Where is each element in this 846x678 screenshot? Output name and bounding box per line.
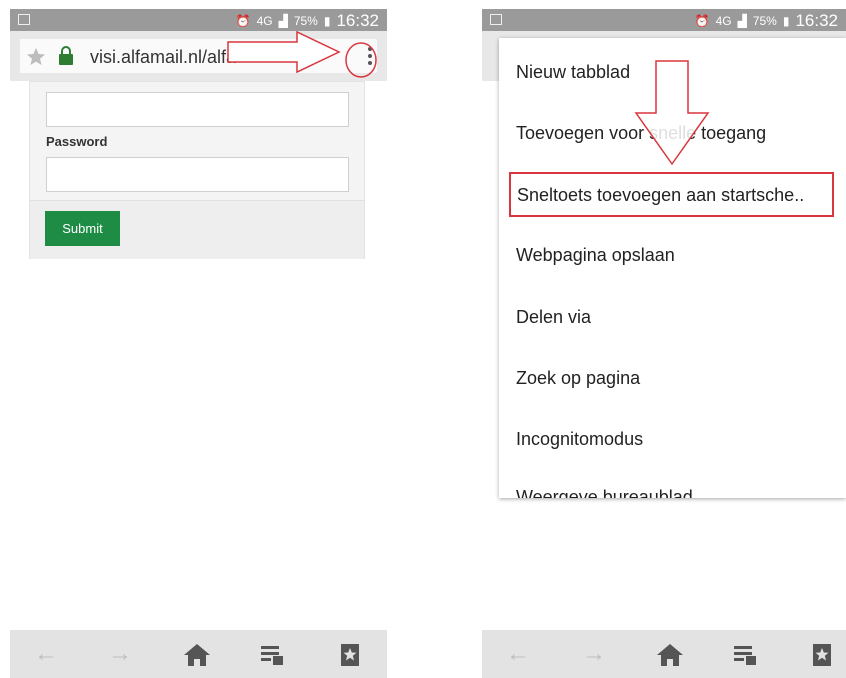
password-field[interactable] [46, 157, 349, 192]
status-time: 16:32 [795, 11, 838, 30]
signal-icon: ▟ [278, 14, 288, 28]
lock-icon [59, 46, 73, 65]
alarm-icon: ⏰ [235, 14, 251, 28]
home-icon[interactable] [183, 643, 211, 667]
menu-item-share-via[interactable]: Delen via [516, 307, 591, 328]
battery-icon: ▮ [323, 14, 331, 28]
screenshot-icon [18, 14, 30, 25]
network-label: 4G [715, 14, 732, 28]
battery-percent: 75% [752, 14, 777, 28]
url-text[interactable]: visi.alfamail.nl/alfa [90, 47, 236, 68]
login-form: Password Submit [29, 81, 365, 259]
status-icons: ⏰ 4G ▟ 75% ▮ 16:32 [695, 11, 838, 31]
menu-item-save-page[interactable]: Webpagina opslaan [516, 245, 675, 266]
bottom-toolbar-left: ← → [10, 630, 387, 678]
home-icon[interactable] [656, 643, 684, 667]
forward-arrow-icon[interactable]: → [100, 630, 140, 678]
bottom-toolbar-right: ← → [482, 630, 846, 678]
battery-icon: ▮ [782, 14, 790, 28]
submit-button[interactable]: Submit [45, 211, 120, 246]
back-arrow-icon[interactable]: ← [498, 630, 538, 678]
annotation-down-arrow [634, 60, 710, 166]
battery-percent: 75% [293, 14, 318, 28]
annotation-highlight-box [509, 172, 834, 217]
annotation-right-arrow [227, 30, 341, 74]
status-bar-right: ⏰ 4G ▟ 75% ▮ 16:32 [482, 9, 846, 31]
forward-arrow-icon[interactable]: → [574, 630, 614, 678]
back-arrow-icon[interactable]: ← [26, 630, 66, 678]
network-label: 4G [256, 14, 273, 28]
star-icon[interactable] [26, 47, 46, 67]
bookmark-star-icon[interactable] [812, 643, 832, 667]
password-label: Password [46, 134, 108, 149]
menu-item-incognito[interactable]: Incognitomodus [516, 429, 643, 450]
menu-item-find-in-page[interactable]: Zoek op pagina [516, 368, 640, 389]
menu-item-desktop-view[interactable]: Weergeve bureaublad [516, 487, 693, 498]
annotation-circle [345, 42, 377, 78]
bookmark-star-icon[interactable] [340, 643, 360, 667]
menu-item-new-tab[interactable]: Nieuw tabblad [516, 62, 630, 83]
screenshot-icon [490, 14, 502, 25]
tabs-icon[interactable] [733, 644, 757, 666]
tabs-icon[interactable] [260, 644, 284, 666]
alarm-icon: ⏰ [694, 14, 710, 28]
signal-icon: ▟ [737, 14, 747, 28]
username-field[interactable] [46, 92, 349, 127]
